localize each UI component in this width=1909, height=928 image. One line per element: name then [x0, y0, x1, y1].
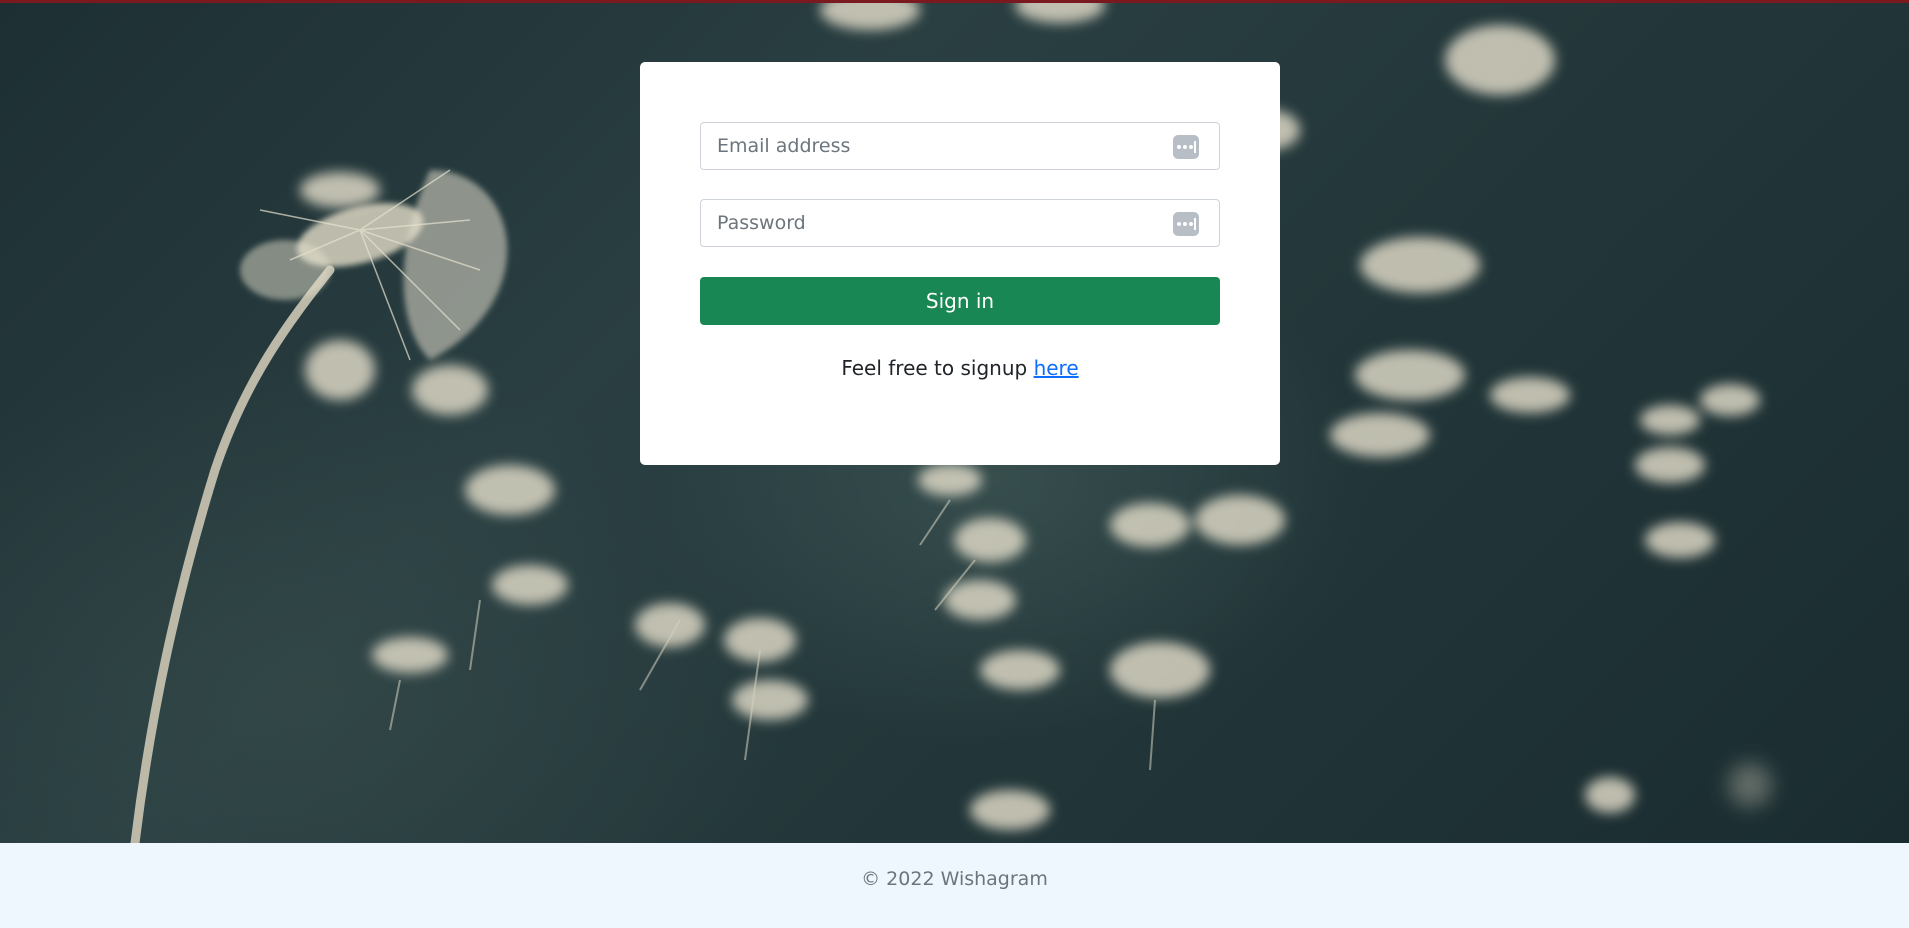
email-field-wrapper [700, 122, 1220, 170]
password-field-wrapper [700, 199, 1220, 247]
copyright-text: © 2022 Wishagram [861, 868, 1048, 890]
signup-link[interactable]: here [1034, 356, 1079, 380]
password-input[interactable] [701, 200, 1219, 246]
login-card: Sign in Feel free to signup here [640, 62, 1280, 465]
sign-in-button[interactable]: Sign in [700, 277, 1220, 325]
email-input[interactable] [701, 123, 1219, 169]
signup-prompt: Feel free to signup here [700, 356, 1220, 380]
top-accent-strip [0, 0, 1909, 3]
password-manager-key-icon[interactable] [1173, 212, 1199, 236]
footer: © 2022 Wishagram [0, 843, 1909, 928]
signup-prompt-text: Feel free to signup [841, 356, 1034, 380]
password-manager-key-icon[interactable] [1173, 135, 1199, 159]
page: Sign in Feel free to signup here © 2022 … [0, 0, 1909, 928]
